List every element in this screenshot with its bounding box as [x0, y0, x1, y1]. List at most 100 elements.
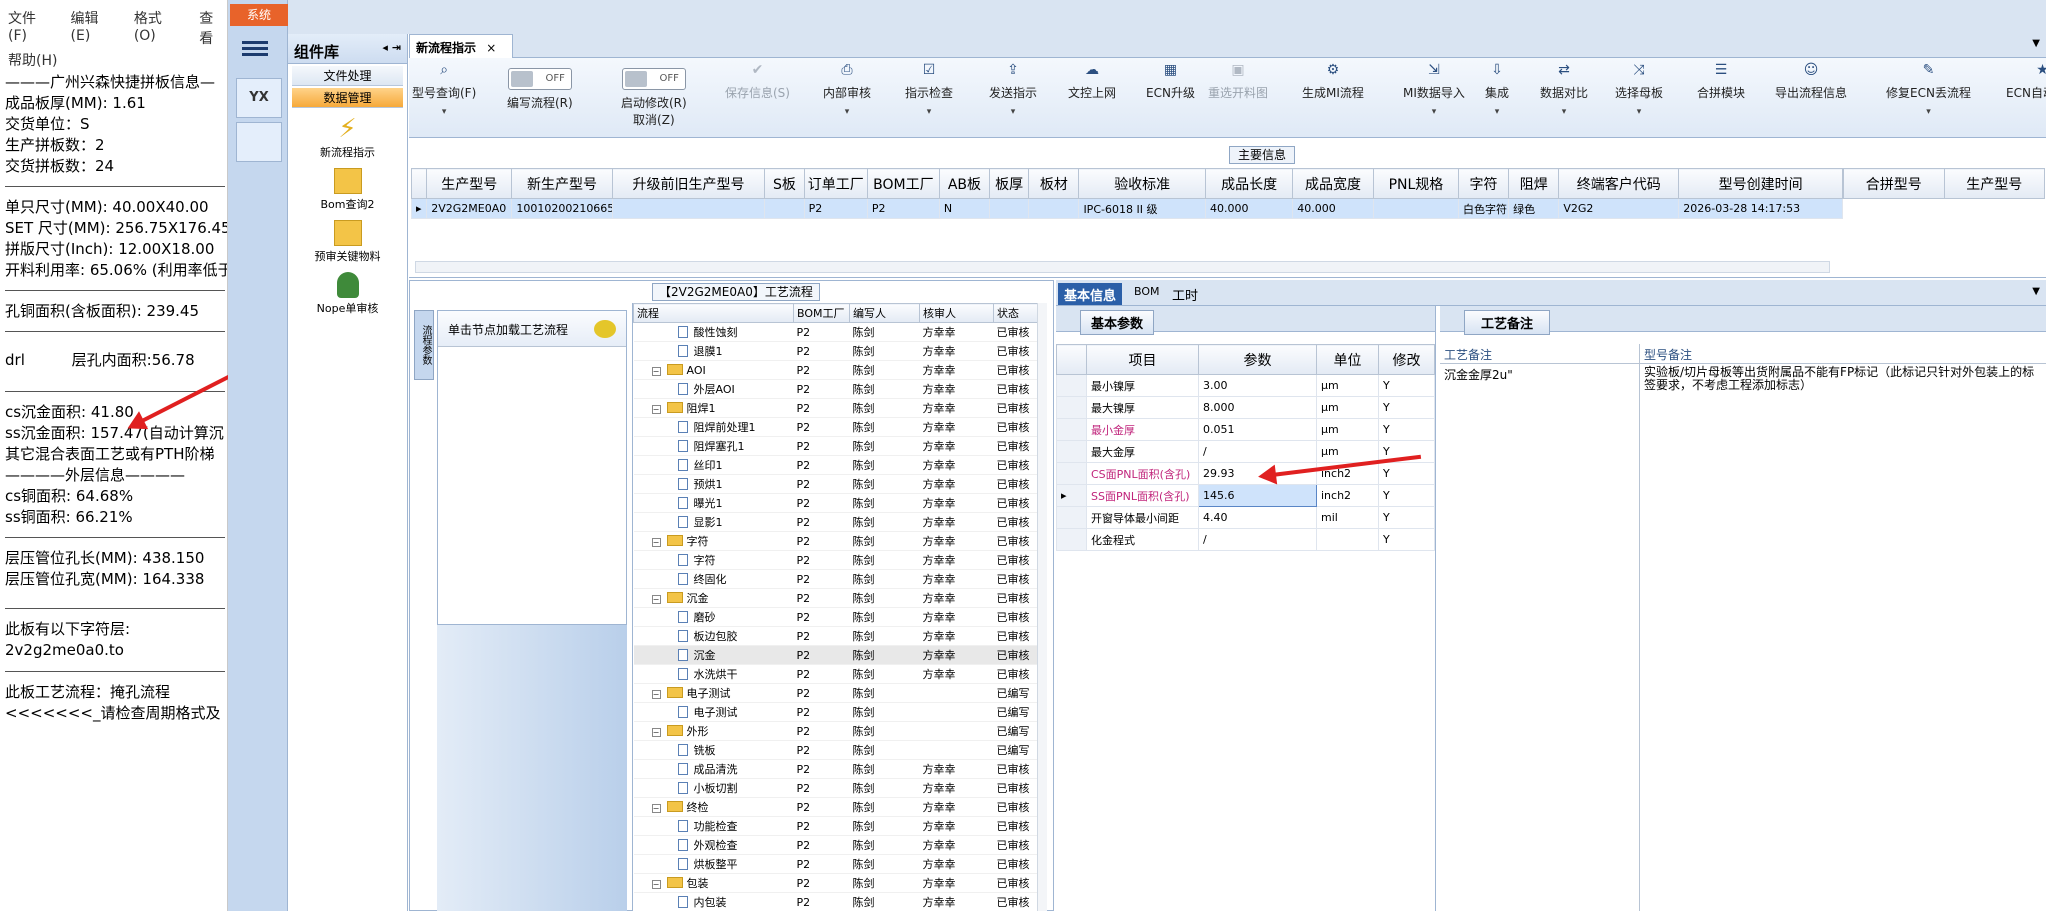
table-cell[interactable]: 10010200210665	[511, 198, 613, 219]
column-header[interactable]: 合拼型号	[1843, 168, 1945, 199]
param-modify[interactable]: Y	[1378, 462, 1435, 485]
column-header[interactable]: 编写人	[849, 303, 920, 323]
column-header[interactable]: PNL规格	[1372, 168, 1459, 199]
column-header[interactable]: 订单工厂	[803, 168, 868, 199]
tree-row[interactable]: 丝印1 P2 陈剑 方幸幸 已审核	[633, 455, 1039, 475]
param-value[interactable]: 8.000	[1198, 396, 1317, 419]
column-header[interactable]: 状态	[993, 303, 1039, 323]
table-row[interactable]: 最小镍厚 3.00 μm Y	[1056, 374, 1435, 397]
param-modify[interactable]: Y	[1378, 374, 1435, 397]
ribbon-button[interactable]: ☰ 合拼模块	[1697, 62, 1745, 101]
ribbon-button[interactable]: ⚙ 生成MI流程	[1302, 62, 1364, 101]
collapse-toggle-icon[interactable]: −	[651, 366, 661, 376]
tree-row[interactable]: 功能检查 P2 陈剑 方幸幸 已审核	[633, 816, 1039, 836]
close-icon[interactable]: ×	[486, 41, 496, 55]
menu-format[interactable]: 格式(O)	[134, 8, 183, 48]
table-row[interactable]: 最大镍厚 8.000 μm Y	[1056, 396, 1435, 419]
column-header[interactable]: 核审人	[919, 303, 994, 323]
tree-row[interactable]: − AOI P2 陈剑 方幸幸 已审核	[633, 360, 1039, 380]
table-cell[interactable]: 2V2G2ME0A0	[426, 198, 513, 219]
ribbon-button[interactable]: OFF 编写流程(R)	[507, 62, 573, 111]
horizontal-scrollbar[interactable]	[415, 261, 1830, 273]
tab-new-process[interactable]: 新流程指示 ×	[409, 34, 513, 58]
column-header[interactable]: 修改	[1378, 344, 1435, 375]
table-cell[interactable]: 绿色	[1508, 198, 1560, 219]
param-modify[interactable]: Y	[1378, 506, 1435, 529]
app-tile-yx[interactable]: YX	[236, 78, 282, 118]
table-row[interactable]: 开窗导体最小间距 4.40 mil Y	[1056, 506, 1435, 529]
param-modify[interactable]: Y	[1378, 528, 1435, 551]
column-header[interactable]: 阻焊	[1508, 168, 1560, 199]
model-note-text[interactable]: 实验板/切片母板等出货附属品不能有FP标记（此标记只针对外包装上的标签要求，不考…	[1640, 364, 2046, 911]
dropdown-arrow-icon[interactable]: ▾	[1540, 107, 1588, 117]
column-header[interactable]: 新生产型号	[511, 168, 613, 199]
table-row[interactable]: ▸ SS面PNL面积(含孔) 145.6 inch2 Y	[1056, 484, 1435, 507]
table-cell[interactable]: N	[938, 198, 991, 219]
ribbon-button[interactable]: ✎ 修复ECN丢流程 ▾	[1886, 62, 1971, 117]
column-header[interactable]: AB板	[938, 168, 991, 199]
table-row[interactable]: 化金程式 / Y	[1056, 528, 1435, 551]
table-cell[interactable]: IPC-6018 II 级	[1078, 198, 1206, 219]
dropdown-arrow-icon[interactable]: ▾	[1886, 107, 1971, 117]
section-data[interactable]: 数据管理	[292, 88, 403, 108]
table-cell[interactable]	[1028, 198, 1080, 219]
ribbon-button[interactable]: ⎙ 内部审核 ▾	[823, 62, 871, 117]
tab-basic-info[interactable]: 基本信息	[1058, 283, 1123, 305]
chevron-down-icon[interactable]: ▼	[2032, 38, 2040, 49]
tree-row[interactable]: 内包装 P2 陈剑 方幸幸 已审核	[633, 892, 1039, 911]
tree-row[interactable]: 终固化 P2 陈剑 方幸幸 已审核	[633, 569, 1039, 589]
tab-worktime[interactable]: 工时	[1166, 283, 1204, 305]
ribbon-button[interactable]: ★ECN自动上网	[2006, 62, 2046, 101]
param-modify[interactable]: Y	[1378, 396, 1435, 419]
tree-row[interactable]: 外层AOI P2 陈剑 方幸幸 已审核	[633, 379, 1039, 399]
tree-row[interactable]: − 包装 P2 陈剑 方幸幸 已审核	[633, 873, 1039, 893]
calculator-icon[interactable]	[236, 122, 282, 162]
param-value[interactable]: /	[1198, 440, 1317, 463]
ribbon-button[interactable]: ⤨ 选择母板 ▾	[1615, 62, 1663, 117]
table-cell[interactable]: 40.000	[1292, 198, 1374, 219]
pin-icon[interactable]: ◂ ⇥	[382, 41, 401, 56]
table-cell[interactable]: 2026-03-28 14:17:53	[1678, 198, 1843, 219]
param-value[interactable]: 3.00	[1198, 374, 1317, 397]
tree-row[interactable]: 外观检查 P2 陈剑 方幸幸 已审核	[633, 835, 1039, 855]
param-modify[interactable]: Y	[1378, 418, 1435, 441]
tree-row[interactable]: 沉金 P2 陈剑 方幸幸 已审核	[633, 645, 1039, 665]
tree-row[interactable]: − 沉金 P2 陈剑 方幸幸 已审核	[633, 588, 1039, 608]
dropdown-arrow-icon[interactable]: ▾	[1485, 107, 1509, 117]
column-header[interactable]: 字符	[1457, 168, 1510, 199]
hamburger-menu-icon[interactable]	[242, 38, 268, 60]
tab-bom[interactable]: BOM	[1128, 283, 1166, 305]
tree-row[interactable]: 酸性蚀刻 P2 陈剑 方幸幸 已审核	[633, 322, 1039, 342]
ribbon-button[interactable]: ▦ ECN升级	[1146, 62, 1195, 101]
tree-row[interactable]: 电子测试 P2 陈剑 已编写	[633, 702, 1039, 722]
menu-edit[interactable]: 编辑(E)	[71, 8, 118, 48]
dropdown-arrow-icon[interactable]: ▾	[905, 107, 953, 117]
table-row[interactable]: ▸ 2V2G2ME0A0 10010200210665 P2 P2 N IPC-6018 I…	[410, 198, 1843, 219]
column-header[interactable]: BOM工厂	[866, 168, 940, 199]
column-header[interactable]: 生产型号	[426, 168, 513, 199]
section-file[interactable]: 文件处理	[292, 66, 403, 86]
column-header[interactable]: 验收标准	[1078, 168, 1206, 199]
tree-row[interactable]: 曝光1 P2 陈剑 方幸幸 已审核	[633, 493, 1039, 513]
param-value[interactable]: 145.6	[1198, 484, 1317, 507]
ribbon-button[interactable]: ⌕ 型号查询(F) ▾	[412, 62, 476, 117]
ribbon-button[interactable]: ▣ 重选开料图	[1208, 62, 1268, 101]
collapse-toggle-icon[interactable]: −	[651, 595, 661, 604]
param-modify[interactable]: Y	[1378, 484, 1435, 507]
tree-row[interactable]: 显影1 P2 陈剑 方幸幸 已审核	[633, 512, 1039, 532]
ribbon-button[interactable]: ⇲ MI数据导入 ▾	[1403, 62, 1465, 117]
ribbon-button[interactable]: OFF 启动修改(R) 取消(Z)	[621, 62, 687, 128]
tree-row[interactable]: 预烘1 P2 陈剑 方幸幸 已审核	[633, 474, 1039, 494]
collapse-toggle-icon[interactable]: −	[651, 804, 661, 813]
ribbon-button[interactable]: ☺ 导出流程信息	[1775, 62, 1847, 101]
tree-row[interactable]: − 外形 P2 陈剑 已编写	[633, 721, 1039, 741]
param-value[interactable]: /	[1198, 528, 1317, 551]
ribbon-button[interactable]: ⇄ 数据对比 ▾	[1540, 62, 1588, 117]
tree-row[interactable]: 成品清洗 P2 陈剑 方幸幸 已审核	[633, 759, 1039, 779]
tree-row[interactable]: − 电子测试 P2 陈剑 已编写	[633, 683, 1039, 703]
node-hint[interactable]: 单击节点加载工艺流程	[438, 311, 626, 347]
column-header[interactable]: 板厚	[989, 168, 1030, 199]
tree-row[interactable]: − 终检 P2 陈剑 方幸幸 已审核	[633, 797, 1039, 817]
table-cell[interactable]	[611, 198, 766, 219]
tree-row[interactable]: 水洗烘干 P2 陈剑 方幸幸 已审核	[633, 664, 1039, 684]
